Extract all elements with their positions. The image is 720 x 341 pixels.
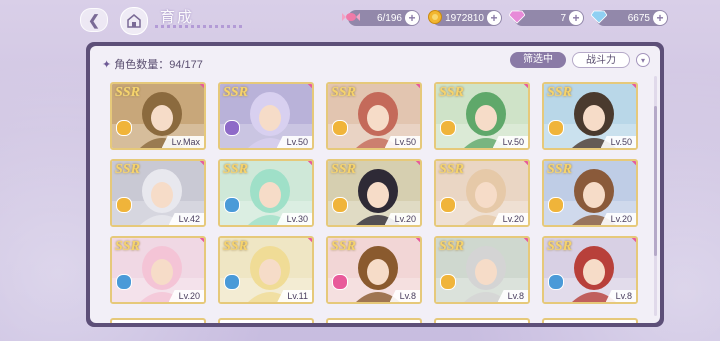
- character-count: ✦ 角色数量：94/177: [102, 56, 203, 72]
- add-coin-button[interactable]: +: [487, 11, 501, 25]
- resource-coin: 1972810 +: [428, 10, 502, 26]
- sparkle-icon: ✦: [102, 59, 112, 71]
- character-card[interactable]: SSR Lv.30: [218, 159, 314, 227]
- level-label: Lv.11: [277, 290, 312, 302]
- element-icon: [440, 274, 456, 290]
- character-card[interactable]: SSR Lv.11: [218, 236, 314, 304]
- resource-pink-gem: 7 +: [509, 10, 584, 26]
- candy-value: 6/196: [376, 12, 402, 24]
- element-icon: [116, 274, 132, 290]
- pink-gem-value: 7: [560, 12, 566, 24]
- character-card[interactable]: SSR Lv.50: [326, 82, 422, 150]
- rarity-badge: SSR: [223, 239, 248, 254]
- character-card[interactable]: SSR Lv.8: [434, 236, 530, 304]
- coin-value: 1972810: [445, 12, 484, 24]
- element-icon: [224, 274, 240, 290]
- level-label: Lv.20: [168, 290, 204, 302]
- character-card[interactable]: SSR Lv.20: [434, 159, 530, 227]
- blue-gem-value: 6675: [627, 12, 650, 24]
- scrollbar-thumb[interactable]: [654, 106, 657, 256]
- element-icon: [116, 197, 132, 213]
- rarity-badge: SSR: [439, 162, 464, 177]
- scrollbar[interactable]: [654, 76, 657, 316]
- character-card[interactable]: SSR Lv.50: [542, 82, 638, 150]
- add-pink-gem-button[interactable]: +: [569, 11, 583, 25]
- filter-button[interactable]: 筛选中: [510, 52, 566, 68]
- character-card[interactable]: SSR Lv.8: [326, 236, 422, 304]
- element-icon: [440, 197, 456, 213]
- home-button[interactable]: [120, 7, 148, 35]
- element-icon: [224, 120, 240, 136]
- character-count-label: 角色数量：94/177: [114, 59, 203, 71]
- character-card[interactable]: SSR Lv.20: [542, 159, 638, 227]
- character-card[interactable]: SSR Lv.20: [326, 159, 422, 227]
- resource-candy: 6/196 +: [342, 10, 420, 26]
- element-icon: [332, 197, 348, 213]
- rarity-badge: SSR: [439, 239, 464, 254]
- element-icon: [332, 274, 348, 290]
- element-icon: [548, 120, 564, 136]
- level-label: Lv.42: [168, 213, 204, 225]
- blue-gem-icon: [590, 8, 608, 26]
- title-underline: [155, 25, 245, 28]
- element-icon: [332, 120, 348, 136]
- add-blue-gem-button[interactable]: +: [653, 11, 667, 25]
- level-label: Lv.30: [276, 213, 312, 225]
- rarity-badge: SSR: [439, 85, 464, 100]
- candy-icon: [342, 8, 360, 26]
- level-label: Lv.20: [492, 213, 528, 225]
- rarity-badge: SSR: [223, 85, 248, 100]
- pink-gem-icon: [508, 8, 526, 26]
- rarity-badge: SSR: [331, 239, 356, 254]
- rarity-badge: SSR: [547, 162, 572, 177]
- character-card[interactable]: SSR Lv.Max: [110, 82, 206, 150]
- element-icon: [440, 120, 456, 136]
- character-card[interactable]: SSR Lv.20: [110, 236, 206, 304]
- character-panel-inner: ✦ 角色数量：94/177 筛选中 战斗力 ▾ SSR Lv.Max SSR Lv.50…: [90, 46, 660, 323]
- character-panel: ✦ 角色数量：94/177 筛选中 战斗力 ▾ SSR Lv.Max SSR Lv.50…: [86, 42, 664, 327]
- character-card[interactable]: SSR Lv.50: [434, 82, 530, 150]
- element-icon: [116, 120, 132, 136]
- level-label: Lv.Max: [161, 136, 204, 148]
- rarity-badge: SSR: [115, 162, 140, 177]
- back-arrow-icon: ❮: [88, 11, 100, 28]
- rarity-badge: SSR: [547, 239, 572, 254]
- home-icon: [127, 14, 141, 28]
- level-label: Lv.50: [384, 136, 420, 148]
- rarity-badge: SSR: [115, 85, 140, 100]
- add-candy-button[interactable]: +: [405, 11, 419, 25]
- rarity-badge: SSR: [331, 85, 356, 100]
- element-icon: [548, 274, 564, 290]
- rarity-badge: SSR: [331, 162, 356, 177]
- level-label: Lv.50: [276, 136, 312, 148]
- character-card[interactable]: SSR Lv.42: [110, 159, 206, 227]
- sort-power-button[interactable]: 战斗力: [572, 52, 630, 68]
- back-button[interactable]: ❮: [80, 8, 108, 32]
- next-row-peek: [110, 318, 650, 323]
- element-icon: [548, 197, 564, 213]
- level-label: Lv.20: [384, 213, 420, 225]
- page-title: 育成: [160, 9, 195, 26]
- chevron-down-icon: ▾: [640, 56, 645, 65]
- resource-blue-gem: 6675 +: [591, 10, 668, 26]
- rarity-badge: SSR: [115, 239, 140, 254]
- level-label: Lv.20: [600, 213, 636, 225]
- character-card[interactable]: SSR Lv.8: [542, 236, 638, 304]
- level-label: Lv.50: [492, 136, 528, 148]
- character-card[interactable]: SSR Lv.50: [218, 82, 314, 150]
- rarity-badge: SSR: [223, 162, 248, 177]
- element-icon: [224, 197, 240, 213]
- level-label: Lv.50: [600, 136, 636, 148]
- rarity-badge: SSR: [547, 85, 572, 100]
- sort-order-toggle[interactable]: ▾: [636, 53, 650, 67]
- coin-icon: [426, 8, 444, 26]
- top-bar: ❮ 育成 6/196 + 1972810 + 7 + 6675 +: [0, 0, 720, 40]
